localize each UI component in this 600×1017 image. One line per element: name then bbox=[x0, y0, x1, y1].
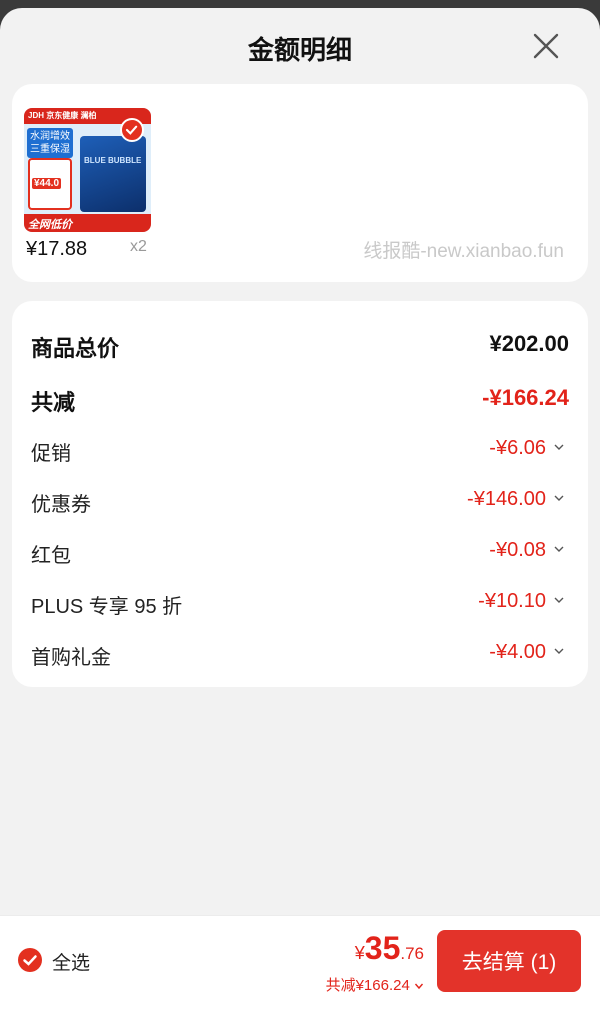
close-icon[interactable] bbox=[532, 32, 560, 60]
amount-detail-sheet: 金额明细 JDH 京东健康 澜柏 水润增效 三重保湿 ¥44.0 BLUE BU… bbox=[0, 8, 600, 1017]
total-saving[interactable]: 共减¥166.24 bbox=[326, 974, 424, 995]
thumb-price-tag: ¥44.0 bbox=[28, 158, 72, 210]
total-reduction-value: -¥166.24 bbox=[482, 385, 569, 410]
amount-integer: 35 bbox=[364, 930, 401, 966]
total-price-label: 商品总价 bbox=[31, 336, 120, 361]
discount-value: -¥10.10 bbox=[478, 590, 546, 612]
discount-value: -¥6.06 bbox=[489, 437, 546, 459]
payable-amount: ¥35.76 bbox=[355, 930, 424, 967]
thumb-bottom-bar: 全网低价 bbox=[24, 214, 151, 232]
discount-row-red-packet[interactable]: 红包 -¥0.08 bbox=[12, 531, 588, 571]
total-saving-text: 共减¥166.24 bbox=[325, 977, 410, 994]
product-thumbnail[interactable]: JDH 京东健康 澜柏 水润增效 三重保湿 ¥44.0 BLUE BUBBLE … bbox=[24, 108, 151, 232]
discount-value: -¥146.00 bbox=[467, 488, 546, 510]
discount-value: -¥0.08 bbox=[489, 539, 546, 561]
product-card: JDH 京东健康 澜柏 水润增效 三重保湿 ¥44.0 BLUE BUBBLE … bbox=[12, 84, 588, 282]
discount-row-first-purchase[interactable]: 首购礼金 -¥4.00 bbox=[12, 633, 588, 673]
chevron-down-icon bbox=[414, 983, 424, 990]
total-reduction-label: 共减 bbox=[31, 390, 76, 415]
chevron-down-icon bbox=[554, 546, 564, 552]
discount-label: PLUS 专享 95 折 bbox=[31, 596, 183, 618]
total-price-row: 商品总价 ¥202.00 bbox=[12, 323, 588, 363]
sheet-header: 金额明细 bbox=[0, 8, 600, 88]
watermark: 线报酷-new.xianbao.fun bbox=[363, 241, 564, 262]
total-price-value: ¥202.00 bbox=[489, 331, 569, 356]
thumb-bottom-text: 全网低价 bbox=[28, 219, 72, 231]
discount-label: 优惠券 bbox=[31, 494, 91, 516]
thumb-box-text: BLUE BUBBLE bbox=[84, 156, 142, 165]
discount-row-promotion[interactable]: 促销 -¥6.06 bbox=[12, 429, 588, 469]
thumb-slogan: 水润增效 三重保湿 bbox=[27, 128, 73, 158]
unit-price: ¥17.88 bbox=[26, 238, 88, 260]
discount-row-plus[interactable]: PLUS 专享 95 折 -¥10.10 bbox=[12, 582, 588, 622]
discount-label: 红包 bbox=[31, 545, 71, 567]
chevron-down-icon bbox=[554, 597, 564, 603]
discount-label: 首购礼金 bbox=[31, 647, 111, 669]
chevron-down-icon bbox=[554, 444, 564, 450]
thumb-product-box: BLUE BUBBLE bbox=[80, 136, 146, 212]
thumb-price: ¥44.0 bbox=[32, 178, 62, 189]
chevron-down-icon bbox=[554, 648, 564, 654]
amount-decimal: .76 bbox=[400, 944, 424, 963]
price-detail-card: 商品总价 ¥202.00 共减 -¥166.24 促销 -¥6.06 优惠券 -… bbox=[12, 301, 588, 687]
checkout-button[interactable]: 去结算 (1) bbox=[437, 930, 581, 992]
total-reduction-row: 共减 -¥166.24 bbox=[12, 377, 588, 417]
quantity: x2 bbox=[130, 238, 147, 255]
discount-row-coupon[interactable]: 优惠券 -¥146.00 bbox=[12, 480, 588, 520]
select-all-label[interactable]: 全选 bbox=[52, 948, 90, 975]
page-title: 金额明细 bbox=[247, 35, 352, 65]
discount-value: -¥4.00 bbox=[489, 641, 546, 663]
select-all-check-icon[interactable] bbox=[18, 948, 42, 972]
checkout-bar: 全选 ¥35.76 共减¥166.24 去结算 (1) bbox=[0, 915, 600, 1017]
selected-check-icon bbox=[120, 118, 144, 142]
chevron-down-icon bbox=[554, 495, 564, 501]
currency-symbol: ¥ bbox=[354, 943, 365, 963]
thumb-brand-text: JDH 京东健康 澜柏 bbox=[28, 111, 97, 120]
discount-label: 促销 bbox=[31, 443, 71, 465]
